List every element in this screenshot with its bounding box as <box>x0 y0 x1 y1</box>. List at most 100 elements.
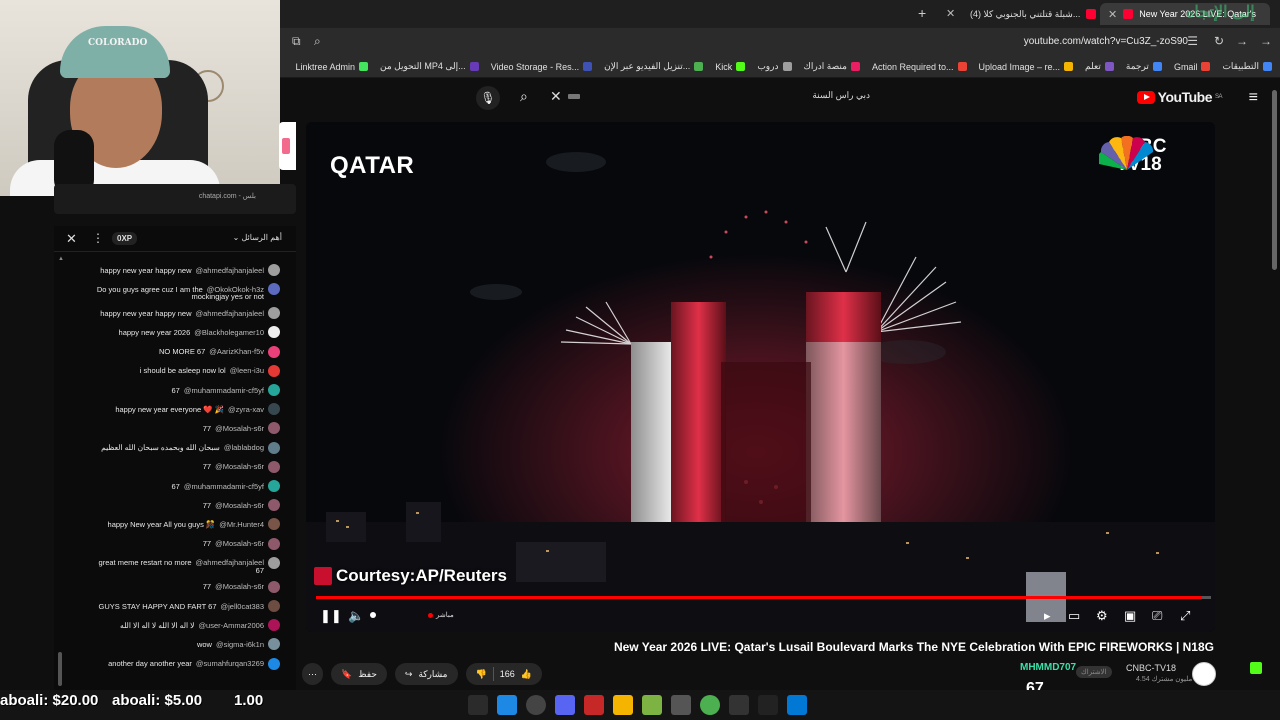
back-icon[interactable]: → <box>1260 34 1272 48</box>
chat-username[interactable]: @ahmedfajhanjaleel <box>196 266 265 275</box>
windows-start-icon[interactable] <box>787 695 807 715</box>
pause-icon[interactable]: ❚❚ <box>320 608 342 624</box>
bookmark-item[interactable]: ترجمة <box>1126 61 1162 72</box>
chat-message[interactable]: 77 @Mosalah-s6r <box>203 537 280 550</box>
url-field[interactable]: youtube.com/watch?v=Cu3Z_-zoS90 <box>1024 36 1188 47</box>
subscribe-button[interactable]: الاشتراك <box>1076 666 1112 678</box>
scroll-up-icon[interactable]: ▲ <box>58 256 64 262</box>
volume-slider-knob[interactable] <box>370 612 376 618</box>
bookmark-item[interactable]: تنزيل الفيديو عبر الإن... <box>604 61 704 72</box>
chat-avatar[interactable] <box>268 384 280 396</box>
chat-avatar[interactable] <box>268 403 280 416</box>
chat-message[interactable]: another day another year @sumahfurqan3269 <box>108 657 280 670</box>
more-options-icon[interactable]: ⋮ <box>92 231 104 245</box>
chat-message[interactable]: سبحان الله وبحمده سبحان الله العظيم @labl… <box>101 441 280 454</box>
app-icon[interactable] <box>497 695 517 715</box>
chat-avatar[interactable] <box>268 345 280 358</box>
chat-avatar[interactable] <box>268 364 280 377</box>
bookmark-item[interactable]: Linktree Admin <box>295 62 368 72</box>
chat-avatar[interactable] <box>268 283 280 296</box>
chat-avatar[interactable] <box>268 422 280 435</box>
task-view-icon[interactable] <box>729 695 749 715</box>
chat-message[interactable]: happy New year All you guys 🎊 @Mr.Hunter4 <box>108 518 280 531</box>
chat-message[interactable]: 77 @Mosalah-s6r <box>203 580 280 593</box>
autoplay-toggle-icon[interactable]: ▸ <box>1044 608 1051 624</box>
chat-message-list[interactable]: happy new year happy new @ahmedfajhanjale… <box>54 256 296 720</box>
chat-avatar[interactable] <box>268 518 280 531</box>
bookmark-item[interactable]: دروب <box>757 61 792 72</box>
chat-message[interactable]: 77 @Mosalah-s6r <box>203 499 280 512</box>
chat-scrollbar[interactable] <box>58 652 62 686</box>
new-tab-button[interactable]: + <box>918 5 926 21</box>
video-progress-bar[interactable] <box>316 596 1211 599</box>
chat-message[interactable]: 77 @Mosalah-s6r <box>203 422 280 435</box>
obs-icon[interactable] <box>526 695 546 715</box>
hamburger-menu-icon[interactable]: ≡ <box>1249 89 1258 107</box>
volume-icon[interactable]: 🔈 <box>348 608 364 624</box>
chat-avatar[interactable] <box>268 441 280 454</box>
chat-avatar[interactable] <box>268 600 280 612</box>
folder-icon[interactable] <box>613 695 633 715</box>
chat-username[interactable]: @sigma-i6k1n <box>216 640 264 649</box>
chat-message[interactable]: wow @sigma-i6k1n <box>197 638 280 651</box>
chat-username[interactable]: @muhammadamir-cf5yf <box>184 482 264 491</box>
chat-avatar[interactable] <box>268 537 280 550</box>
chat-username[interactable]: @Mosalah-s6r <box>215 462 264 471</box>
chat-username[interactable]: @Mr.Hunter4 <box>219 520 264 529</box>
chat-avatar[interactable] <box>268 499 280 512</box>
chat-message[interactable]: 77 @Mosalah-s6r <box>203 460 280 473</box>
chat-username[interactable]: @AarizKhan-f5v <box>209 347 264 356</box>
close-tab-icon[interactable]: ✕ <box>1108 8 1117 21</box>
bookmark-item[interactable]: التحويل من MP4 إلى... <box>380 61 479 72</box>
more-actions-button[interactable]: ⋯ <box>302 663 323 685</box>
cast-icon[interactable]: ⎚ <box>1152 608 1162 624</box>
bookmark-item[interactable]: تعلم <box>1085 61 1114 72</box>
voice-search-icon[interactable]: 🎙 <box>476 86 500 110</box>
chat-username[interactable]: @Mosalah-s6r <box>215 424 264 433</box>
clear-search-icon[interactable]: ✕ <box>550 88 562 105</box>
search-icon[interactable]: ⌕ <box>314 34 321 49</box>
chat-avatar[interactable] <box>268 480 280 492</box>
screenshot-icon[interactable]: ⧉ <box>292 34 301 49</box>
channel-avatar[interactable] <box>1192 662 1216 686</box>
save-button[interactable]: 🔖 حفظ <box>331 663 387 685</box>
forward-icon[interactable]: → <box>1236 34 1248 48</box>
search-input[interactable]: ✕ دبي راس السنة <box>550 86 880 108</box>
page-scrollbar[interactable] <box>1272 90 1277 270</box>
chat-message[interactable]: 67 @muhammadamir-cf5yf <box>172 480 280 492</box>
chat-avatar[interactable] <box>268 638 280 651</box>
bookmark-item[interactable]: التطبيقات <box>1222 61 1272 72</box>
chat-avatar[interactable] <box>268 619 280 632</box>
video-editor-icon[interactable] <box>584 695 604 715</box>
settings-gear-icon[interactable]: ⚙ <box>1096 608 1108 624</box>
video-player[interactable]: QATAR CNBC TV18 Courtesy:AP/Reuters ❚❚ 🔈… <box>306 122 1215 632</box>
fullscreen-icon[interactable]: ⤢ <box>1180 608 1190 624</box>
chat-message[interactable]: i should be asleep now lol @leen-i3u <box>140 364 280 377</box>
chat-message[interactable]: happy new year happy new @ahmedfajhanjale… <box>100 264 280 276</box>
close-icon[interactable]: ✕ <box>946 7 955 20</box>
chat-avatar[interactable] <box>268 460 280 473</box>
chat-username[interactable]: @ahmedfajhanjaleel <box>196 309 265 318</box>
chat-message[interactable]: 67 @muhammadamir-cf5yf <box>172 384 280 396</box>
xp-badge[interactable]: 0XP <box>112 232 138 245</box>
share-button[interactable]: ↪ مشاركة <box>394 663 458 685</box>
chat-message[interactable]: happy new year 2026 @Blackholegamer10 <box>119 326 280 339</box>
dislike-icon[interactable]: 👎 <box>476 669 487 680</box>
chat-username[interactable]: @Blackholegamer10 <box>194 328 264 337</box>
chat-message[interactable]: GUYS STAY HAPPY AND FART 67 @jell0cat383 <box>99 600 280 612</box>
chat-message[interactable]: great meme restart no more @ahmedfajhanja… <box>99 556 280 569</box>
chat-username[interactable]: @lablabdog <box>224 443 264 452</box>
keyboard-icon[interactable] <box>568 94 580 99</box>
app-icon[interactable] <box>642 695 662 715</box>
chat-username[interactable]: @zyra-xav <box>228 405 264 414</box>
chat-filter-dropdown[interactable]: ⌄ أهم الرسائل <box>233 233 282 242</box>
chat-message[interactable]: لا اله الا الله لا اله الا الله @user-Amm… <box>120 619 280 632</box>
chat-username[interactable]: @leen-i3u <box>230 366 264 375</box>
bookmark-item[interactable]: Kick <box>715 62 746 72</box>
chat-message[interactable]: NO MORE 67 @AarizKhan-f5v <box>159 345 280 358</box>
side-panel-tab[interactable] <box>279 122 296 170</box>
chat-avatar[interactable] <box>268 326 280 339</box>
epic-games-icon[interactable] <box>468 695 488 715</box>
bookmark-item[interactable]: Upload Image – re... <box>979 62 1074 72</box>
chat-avatar[interactable] <box>268 580 280 593</box>
